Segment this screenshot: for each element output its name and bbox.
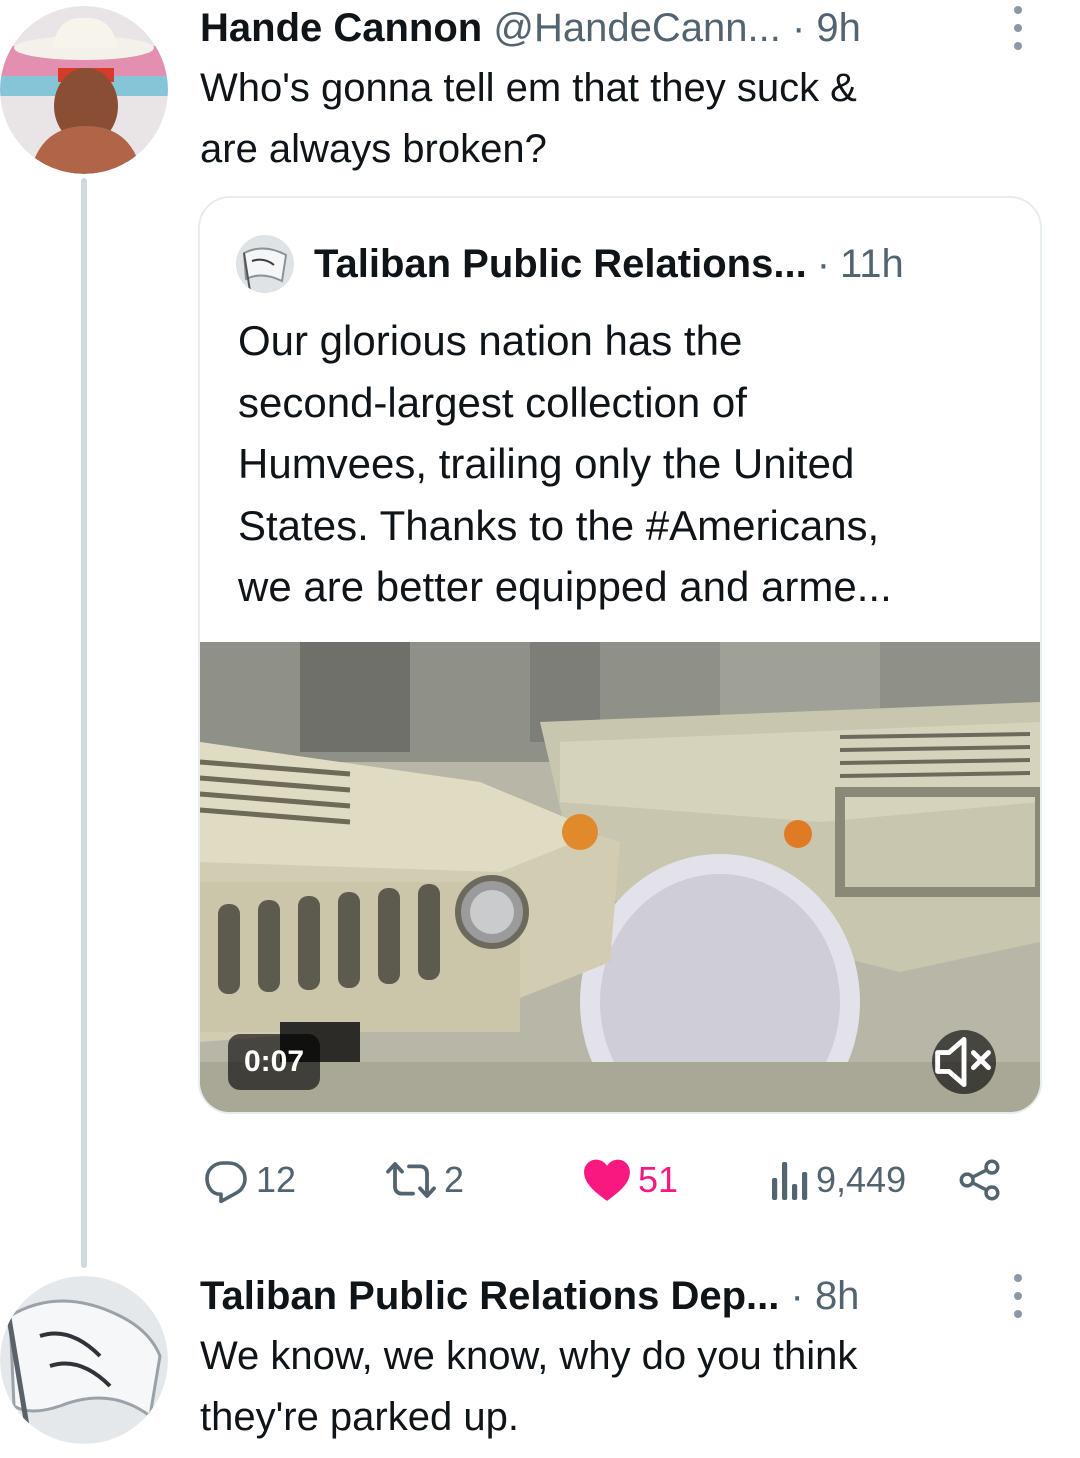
quoted-tweet-card[interactable]: Taliban Public Relations... · 11h Our gl… [198, 196, 1042, 1114]
author-avatar[interactable] [0, 6, 168, 174]
author-handle[interactable]: @HandeCann... [493, 6, 780, 50]
quoted-text-line: Our glorious nation has the [238, 317, 743, 364]
avatar-image [0, 6, 168, 174]
thread-connector-line [81, 178, 87, 1268]
tweet-text-line: are always broken? [200, 127, 547, 171]
mute-button[interactable] [932, 1030, 996, 1094]
share-button[interactable] [958, 1150, 1002, 1210]
quoted-text-line: second-largest collection of [238, 378, 747, 426]
reply-count: 12 [256, 1159, 297, 1200]
tweet-timestamp[interactable]: 9h [816, 6, 861, 50]
like-count: 51 [638, 1159, 679, 1200]
tweet-text: We know, we know, why do you think they'… [200, 1326, 1020, 1448]
tweet-timestamp[interactable]: 8h [815, 1274, 860, 1318]
quoted-tweet-timestamp: 11h [840, 241, 904, 286]
tweet-actions-bar: 12 2 51 9,449 [200, 1150, 1010, 1210]
separator-dot: · [816, 241, 831, 286]
views-count: 9,449 [816, 1159, 907, 1200]
retweet-count: 2 [444, 1159, 465, 1200]
separator-dot: · [790, 1274, 804, 1318]
flag-avatar-image [0, 1276, 168, 1444]
video-frame [200, 642, 1040, 1112]
like-button[interactable]: 51 [582, 1150, 678, 1210]
more-icon[interactable] [1006, 1274, 1030, 1318]
author-avatar[interactable] [0, 1276, 168, 1444]
more-icon[interactable] [1006, 6, 1030, 50]
quoted-text-line: we are better equipped and arme... [238, 563, 892, 610]
video-duration-badge: 0:07 [228, 1034, 321, 1090]
quoted-author-name[interactable]: Taliban Public Relations... [314, 242, 807, 287]
author-name[interactable]: Hande Cannon [200, 6, 482, 50]
quoted-tweet-text: Our glorious nation has the second-large… [238, 310, 1018, 618]
views-button[interactable]: 9,449 [770, 1150, 906, 1210]
views-icon [772, 1162, 808, 1200]
reply-button[interactable]: 12 [202, 1150, 296, 1210]
like-icon [584, 1159, 630, 1201]
separator-dot: · [791, 6, 806, 50]
quoted-tweet-header: Taliban Public Relations... · 11h [236, 235, 904, 293]
mute-icon [935, 1036, 991, 1088]
tweet-header: Hande Cannon @HandeCann... · 9h [200, 4, 861, 52]
video-player[interactable]: 0:07 [200, 642, 1040, 1112]
quoted-author-avatar [236, 235, 294, 293]
quoted-text-line: Humvees, trailing only the United [238, 440, 855, 487]
tweet-text-line: Who's gonna tell em that they suck & [200, 66, 857, 110]
reply-icon [205, 1161, 247, 1204]
share-icon [959, 1159, 1000, 1201]
tweet-text-line: they're parked up. [200, 1395, 519, 1439]
tweet-header: Taliban Public Relations Dep... · 8h [200, 1272, 859, 1320]
tweet-text: Who's gonna tell em that they suck & are… [200, 58, 1020, 180]
author-name[interactable]: Taliban Public Relations Dep... [200, 1274, 779, 1318]
retweet-icon [386, 1162, 436, 1198]
quoted-text-line: States. Thanks to the #Americans, [238, 501, 880, 549]
tweet-text-line: We know, we know, why do you think [200, 1334, 858, 1378]
retweet-button[interactable]: 2 [384, 1150, 464, 1210]
